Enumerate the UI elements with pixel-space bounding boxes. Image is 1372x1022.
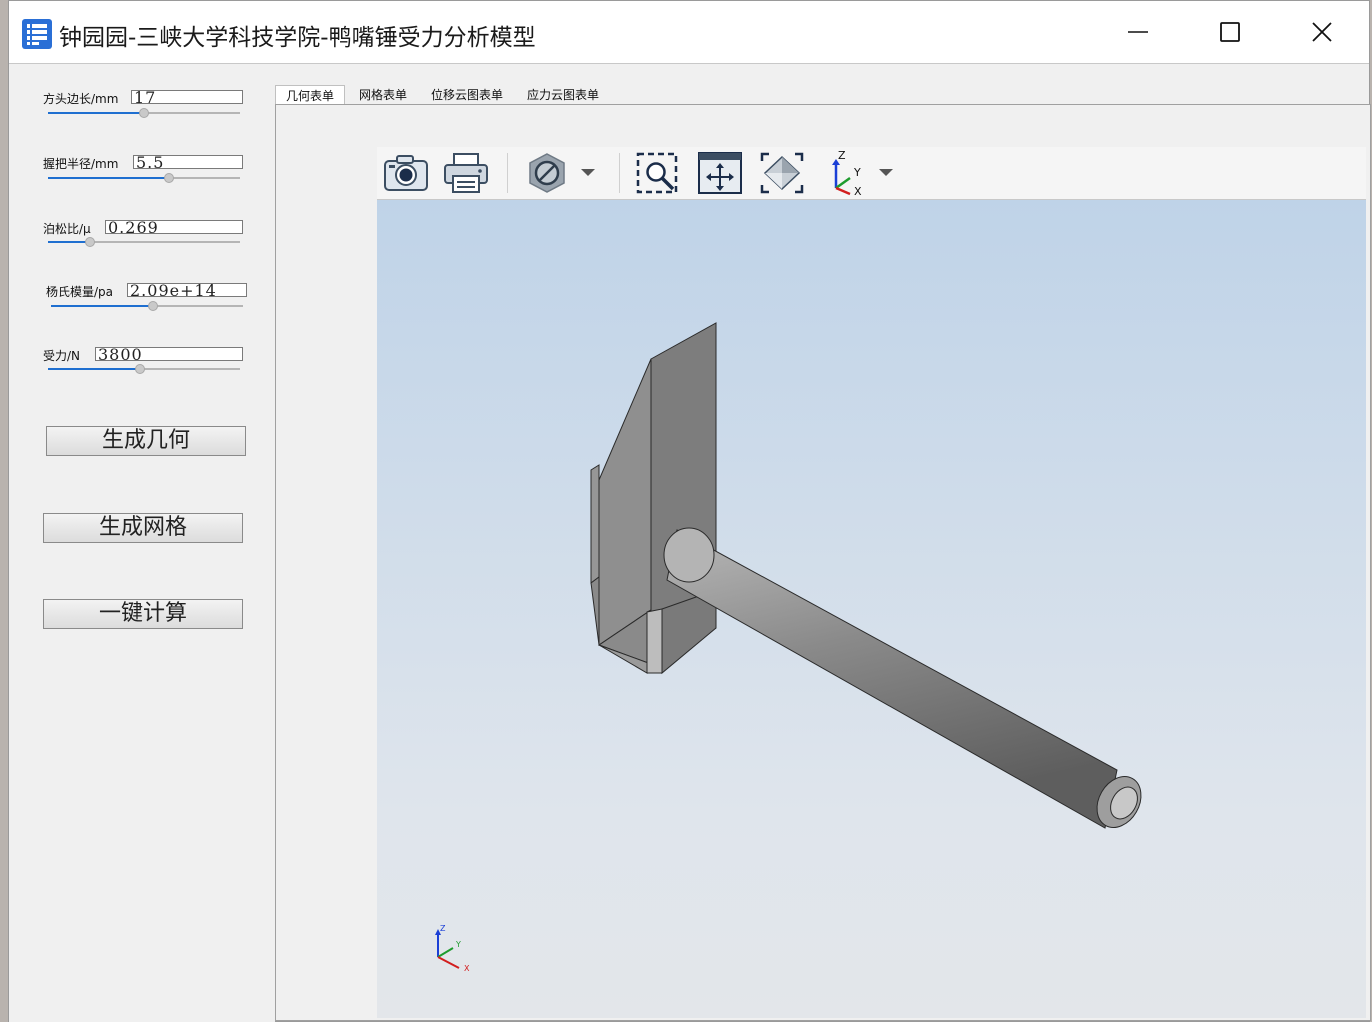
generate-geometry-button[interactable]: 生成几何 — [46, 426, 246, 456]
hammer-model: Z Y X — [435, 322, 1142, 973]
viewer-toolbar: Z Y X — [377, 147, 1366, 200]
maximize-icon — [1220, 22, 1240, 42]
display-mode-dropdown[interactable] — [579, 151, 597, 195]
screenshot-button[interactable] — [381, 151, 431, 195]
slider-thumb[interactable] — [139, 108, 149, 118]
print-button[interactable] — [441, 151, 491, 195]
side-length-input[interactable]: 17 — [131, 90, 243, 104]
title-bar: 钟园园-三峡大学科技学院-鸭嘴锤受力分析模型 — [9, 1, 1369, 64]
parameter-panel: 方头边长/mm 17 握把半径/mm 5.5 泊松比/μ 0.269 杨氏模量/… — [9, 64, 275, 1022]
dropdown-icon — [581, 169, 595, 176]
pan-icon — [698, 152, 742, 194]
toolbar-separator — [619, 153, 620, 193]
fit-all-button[interactable] — [757, 151, 807, 195]
param-label-youngs: 杨氏模量/pa — [46, 285, 114, 299]
dropdown-icon — [879, 169, 893, 176]
triad-label-x: X — [464, 964, 470, 973]
grip-radius-slider[interactable] — [48, 171, 240, 185]
tab-displacement[interactable]: 位移云图表单 — [425, 85, 509, 105]
compute-button[interactable]: 一键计算 — [43, 599, 243, 629]
youngs-slider[interactable] — [51, 299, 243, 313]
toolbar-separator — [507, 153, 508, 193]
main-window: 钟园园-三峡大学科技学院-鸭嘴锤受力分析模型 方头边长/mm 17 握把半径/m… — [8, 0, 1371, 1022]
poisson-input[interactable]: 0.269 — [105, 220, 243, 234]
tab-stress[interactable]: 应力云图表单 — [521, 85, 605, 105]
fit-all-icon — [760, 152, 804, 194]
axis-label-x: X — [854, 185, 862, 196]
print-icon — [444, 153, 488, 193]
close-icon — [1312, 22, 1332, 42]
display-mode-button[interactable] — [523, 151, 571, 195]
close-button[interactable] — [1277, 1, 1367, 63]
triad-label-y: Y — [455, 940, 461, 949]
youngs-input[interactable]: 2.09e+14 — [127, 283, 247, 297]
tab-mesh[interactable]: 网格表单 — [351, 85, 415, 105]
triad-label-z: Z — [440, 924, 446, 933]
axis-label-y: Y — [853, 166, 861, 179]
maximize-button[interactable] — [1185, 1, 1275, 63]
poisson-slider[interactable] — [48, 235, 240, 249]
grip-radius-input[interactable]: 5.5 — [133, 155, 243, 169]
slider-thumb[interactable] — [147, 301, 158, 311]
zoom-area-icon — [636, 152, 678, 194]
force-slider[interactable] — [48, 362, 240, 376]
app-icon — [22, 19, 52, 49]
minimize-icon — [1128, 31, 1148, 33]
pan-button[interactable] — [695, 151, 745, 195]
zoom-area-button[interactable] — [633, 151, 683, 195]
tab-geometry[interactable]: 几何表单 — [275, 85, 345, 105]
side-length-slider[interactable] — [48, 106, 240, 120]
slider-thumb[interactable] — [135, 364, 146, 374]
axis-view-dropdown[interactable] — [877, 151, 895, 195]
axis-view-icon: Z Y X — [832, 150, 862, 196]
force-input[interactable]: 3800 — [95, 347, 243, 361]
param-label-side-length: 方头边长/mm — [43, 92, 119, 106]
minimize-button[interactable] — [1093, 1, 1183, 63]
window-title: 钟园园-三峡大学科技学院-鸭嘴锤受力分析模型 — [59, 25, 536, 51]
axis-label-z: Z — [838, 150, 846, 162]
3d-viewport[interactable]: Z Y X — [377, 200, 1366, 1018]
generate-mesh-button[interactable]: 生成网格 — [43, 513, 243, 543]
slider-thumb[interactable] — [163, 173, 174, 183]
no-entry-icon — [529, 153, 565, 193]
camera-icon — [384, 155, 428, 191]
slider-thumb[interactable] — [85, 237, 96, 247]
param-label-grip-radius: 握把半径/mm — [43, 157, 119, 171]
axis-view-button[interactable]: Z Y X — [823, 150, 869, 196]
axis-triad: Z Y X — [435, 924, 470, 973]
